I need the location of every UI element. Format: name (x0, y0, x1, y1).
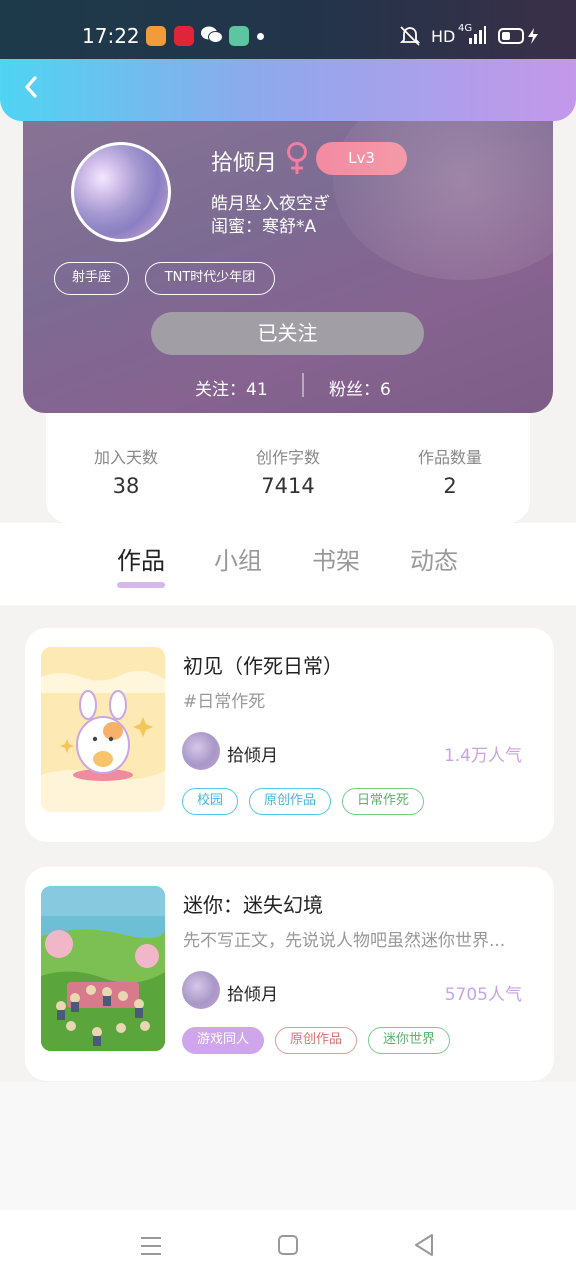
profile-tag[interactable]: 射手座 (54, 262, 129, 295)
work-card[interactable]: 迷你：迷失幻境 先不写正文，先说说人物吧虽然迷你世界... 拾倾月 5705人气… (25, 867, 554, 1081)
work-tags: 游戏同人 原创作品 迷你世界 (182, 1027, 451, 1054)
wechat-icon (201, 25, 223, 49)
work-cover[interactable] (41, 886, 165, 1051)
work-tag[interactable]: 校园 (182, 788, 239, 815)
user-bestie: 闺蜜：寒舒*A (211, 217, 317, 237)
fans-count[interactable]: 粉丝：6 (329, 375, 391, 400)
tab-works[interactable]: 作品 (117, 541, 165, 576)
female-gender-icon (285, 141, 309, 175)
profile-tag[interactable]: TNT时代少年团 (145, 262, 275, 295)
menu-icon[interactable] (139, 1235, 163, 1261)
app-notification-icon (174, 26, 194, 46)
battery-icon (498, 27, 542, 49)
author-avatar[interactable] (182, 971, 220, 1009)
tab-bar (0, 523, 576, 605)
status-time: 17:22 (82, 24, 140, 48)
work-description: #日常作死 (183, 692, 266, 712)
signal-icon (468, 26, 486, 48)
tab-bookshelf[interactable]: 书架 (312, 541, 360, 576)
header-bar (0, 59, 576, 121)
work-title[interactable]: 初见（作死日常） (183, 650, 343, 679)
hd-indicator: HD (431, 27, 456, 46)
work-tag[interactable]: 原创作品 (275, 1027, 358, 1054)
avatar[interactable] (71, 142, 171, 242)
stat-value: 38 (112, 474, 140, 498)
user-name: 拾倾月 (211, 151, 278, 176)
work-tag[interactable]: 原创作品 (249, 788, 332, 815)
work-author[interactable]: 拾倾月 (227, 980, 278, 1005)
user-signature: 皓月坠入夜空ぎ (211, 194, 330, 214)
work-tag[interactable]: 迷你世界 (368, 1027, 451, 1054)
home-icon[interactable] (277, 1234, 299, 1260)
more-notifications-icon (257, 33, 264, 40)
work-card[interactable]: 初见（作死日常） #日常作死 拾倾月 1.4万人气 校园 原创作品 日常作死 (25, 628, 554, 842)
work-tags: 校园 原创作品 日常作死 (182, 788, 425, 815)
back-nav-icon[interactable] (412, 1233, 436, 1261)
work-title[interactable]: 迷你：迷失幻境 (183, 889, 323, 918)
follow-button[interactable]: 已关注 (151, 312, 424, 355)
level-badge: Lv3 (316, 142, 407, 175)
mute-icon (398, 25, 422, 51)
tab-activity[interactable]: 动态 (410, 541, 458, 576)
empty-area (0, 1082, 576, 1210)
work-popularity: 1.4万人气 (443, 746, 522, 766)
stat-works-count: 作品数量 2 (380, 444, 520, 498)
divider (302, 373, 304, 397)
tab-groups[interactable]: 小组 (214, 541, 262, 576)
work-author[interactable]: 拾倾月 (227, 741, 278, 766)
stat-value: 2 (443, 474, 457, 498)
stat-label: 加入天数 (93, 448, 158, 467)
following-count[interactable]: 关注：41 (195, 375, 268, 400)
stat-join-days: 加入天数 38 (56, 444, 196, 498)
app-notification-icon (146, 26, 166, 46)
stat-label: 作品数量 (417, 448, 482, 467)
stat-value: 7414 (261, 474, 315, 498)
work-cover[interactable] (41, 647, 165, 812)
profile-card: 拾倾月 Lv3 皓月坠入夜空ぎ 闺蜜：寒舒*A 射手座 TNT时代少年团 已关注… (23, 100, 553, 413)
work-tag[interactable]: 日常作死 (342, 788, 425, 815)
back-icon[interactable] (18, 73, 46, 101)
active-tab-indicator (117, 582, 165, 588)
work-popularity: 5705人气 (444, 985, 522, 1005)
stat-word-count: 创作字数 7414 (218, 444, 358, 498)
app-notification-icon (229, 26, 249, 46)
system-nav-bar (0, 1210, 576, 1280)
status-bar: 17:22 HD 4G (0, 0, 576, 60)
work-description: 先不写正文，先说说人物吧虽然迷你世界... (183, 931, 506, 951)
author-avatar[interactable] (182, 732, 220, 770)
stat-label: 创作字数 (255, 448, 320, 467)
work-tag[interactable]: 游戏同人 (182, 1027, 265, 1054)
